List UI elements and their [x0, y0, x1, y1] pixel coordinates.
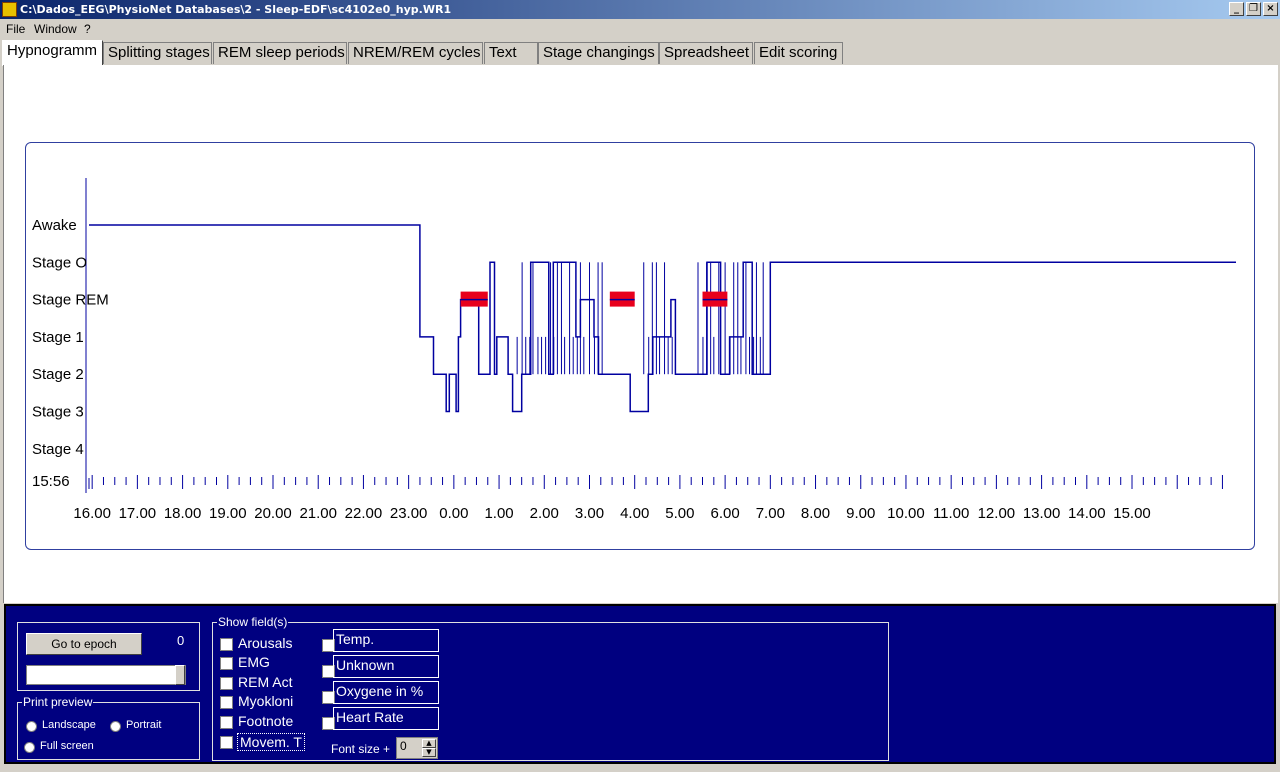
- print-preview-group: Print preview Landscape Portrait Full sc…: [17, 695, 200, 760]
- minimize-button[interactable]: _: [1229, 2, 1244, 16]
- font-size-label: Font size +: [331, 742, 391, 756]
- menu-window[interactable]: Window: [34, 22, 77, 36]
- x-tick-label: 22.00: [345, 505, 383, 522]
- tab-spreadsheet[interactable]: Spreadsheet: [659, 42, 753, 64]
- font-size-value[interactable]: 0: [398, 739, 422, 757]
- footnote-checkbox[interactable]: [220, 716, 233, 729]
- full-screen-radio[interactable]: [24, 742, 35, 753]
- spin-up-icon[interactable]: ▲: [422, 739, 436, 748]
- x-tick-label: 18.00: [164, 505, 202, 522]
- tab-splitting-stages[interactable]: Splitting stages: [103, 42, 212, 64]
- tab-nrem-rem-cycles[interactable]: NREM/REM cycles: [348, 42, 483, 64]
- x-tick-label: 3.00: [575, 505, 604, 522]
- epoch-value: 0: [177, 633, 185, 648]
- arousals-checkbox[interactable]: [220, 638, 233, 651]
- rem-act-checkbox[interactable]: [220, 677, 233, 690]
- tab-text[interactable]: Text: [484, 42, 538, 64]
- emg-checkbox[interactable]: [220, 657, 233, 670]
- hypnogram-page: Awake Stage O Stage REM Stage 1 Stage 2 Stage…: [3, 65, 1278, 603]
- window-title: C:\Dados_EEG\PhysioNet Databases\2 - Sle…: [20, 3, 452, 16]
- show-fields-title: Show field(s): [217, 615, 289, 629]
- temp-field[interactable]: Temp.: [333, 629, 439, 652]
- landscape-label: Landscape: [42, 719, 96, 731]
- x-tick-label: 6.00: [711, 505, 740, 522]
- y-tick-label: Stage O: [32, 254, 87, 271]
- myokloni-label: Myokloni: [238, 693, 294, 709]
- x-tick-label: 20.00: [254, 505, 292, 522]
- x-tick-label: 14.00: [1068, 505, 1106, 522]
- footnote-label: Footnote: [238, 713, 294, 729]
- x-tick-label: 16.00: [73, 505, 111, 522]
- full-screen-label: Full screen: [40, 740, 94, 752]
- y-tick-label: Stage 3: [32, 404, 84, 421]
- menu-file[interactable]: File: [6, 22, 25, 36]
- close-button[interactable]: ×: [1263, 2, 1278, 16]
- y-tick-label: Stage REM: [32, 292, 109, 309]
- show-fields-group: Show field(s) Arousals EMG REM Act Myokl…: [212, 615, 889, 761]
- x-tick-label: 19.00: [209, 505, 247, 522]
- rem-act-label: REM Act: [238, 674, 293, 690]
- movem-t-checkbox[interactable]: [220, 736, 233, 749]
- movem-t-label: Movem. T: [237, 733, 305, 751]
- tab-stage-changings[interactable]: Stage changings: [538, 42, 659, 64]
- epoch-group: Go to epoch 0: [17, 622, 200, 691]
- tab-rem-sleep-periods[interactable]: REM sleep periods: [213, 42, 347, 64]
- font-size-spinner[interactable]: 0 ▲ ▼: [396, 737, 438, 759]
- menu-bar: File Window ?: [0, 20, 1280, 38]
- x-tick-label: 23.00: [390, 505, 428, 522]
- x-tick-label: 10.00: [887, 505, 925, 522]
- x-tick-label: 2.00: [530, 505, 559, 522]
- slider-thumb[interactable]: [175, 665, 185, 685]
- hypnogram-line: [89, 224, 1236, 413]
- x-tick-label: 0.00: [439, 505, 468, 522]
- status-bar: [0, 764, 1280, 772]
- app-icon: [2, 2, 17, 17]
- epoch-slider[interactable]: [26, 665, 186, 685]
- arousals-label: Arousals: [238, 635, 293, 651]
- y-tick-label: Stage 2: [32, 366, 84, 383]
- emg-label: EMG: [238, 654, 270, 670]
- tab-hypnogramm[interactable]: Hypnogramm: [2, 40, 103, 66]
- tab-strip: Hypnogramm Splitting stages REM sleep pe…: [0, 40, 1280, 66]
- spin-down-icon[interactable]: ▼: [422, 748, 436, 757]
- tab-edit-scoring[interactable]: Edit scoring: [754, 42, 843, 64]
- start-time-label: 15:56: [32, 473, 70, 490]
- myokloni-checkbox[interactable]: [220, 696, 233, 709]
- y-tick-label: Stage 1: [32, 329, 84, 346]
- x-tick-label: 15.00: [1113, 505, 1151, 522]
- go-to-epoch-button[interactable]: Go to epoch: [26, 633, 142, 655]
- x-tick-label: 1.00: [484, 505, 513, 522]
- unknown-field[interactable]: Unknown: [333, 655, 439, 678]
- landscape-radio[interactable]: [26, 721, 37, 732]
- y-tick-label: Stage 4: [32, 441, 84, 458]
- restore-button[interactable]: ❐: [1246, 2, 1261, 16]
- x-tick-label: 7.00: [756, 505, 785, 522]
- x-tick-label: 12.00: [978, 505, 1016, 522]
- control-panel: Go to epoch 0 Print preview Landscape Po…: [4, 604, 1276, 764]
- title-bar: C:\Dados_EEG\PhysioNet Databases\2 - Sle…: [0, 0, 1280, 19]
- menu-help[interactable]: ?: [84, 22, 91, 36]
- hypnogram-chart: Awake Stage O Stage REM Stage 1 Stage 2 Stage…: [32, 178, 1236, 522]
- print-preview-title: Print preview: [22, 695, 94, 709]
- x-tick-label: 8.00: [801, 505, 830, 522]
- x-tick-label: 5.00: [665, 505, 694, 522]
- portrait-radio[interactable]: [110, 721, 121, 732]
- portrait-label: Portrait: [126, 719, 162, 731]
- x-tick-label: 9.00: [846, 505, 875, 522]
- x-tick-label: 4.00: [620, 505, 649, 522]
- y-tick-label: Awake: [32, 217, 77, 234]
- x-tick-label: 21.00: [299, 505, 337, 522]
- heart-rate-field[interactable]: Heart Rate: [333, 707, 439, 730]
- x-tick-label: 17.00: [119, 505, 157, 522]
- oxygene-field[interactable]: Oxygene in %: [333, 681, 439, 704]
- x-tick-label: 13.00: [1023, 505, 1061, 522]
- x-tick-label: 11.00: [933, 505, 969, 522]
